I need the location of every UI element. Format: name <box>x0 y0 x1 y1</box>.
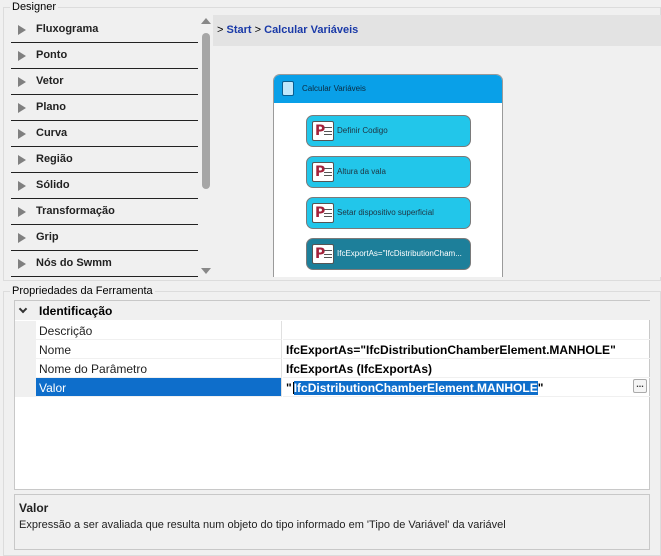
expand-arrow-icon <box>18 233 26 243</box>
sequence-icon <box>282 81 294 96</box>
property-value[interactable] <box>283 321 651 340</box>
designer-canvas[interactable]: > Start > Calcular Variáveis Calcular Va… <box>213 15 661 277</box>
property-value[interactable]: IfcExportAs="IfcDistributionChamberEleme… <box>283 340 651 359</box>
toolbox-item-ponto[interactable]: Ponto <box>11 43 198 69</box>
expand-arrow-icon <box>18 77 26 87</box>
ellipsis-button[interactable]: ... <box>633 379 647 393</box>
toolbox-item-label: Vetor <box>36 75 64 87</box>
toolbox-item-label: Transformação <box>36 205 115 217</box>
property-row-nome-do-parametro[interactable]: Nome do Parâmetro IfcExportAs (IfcExport… <box>15 359 651 378</box>
description-text: Expressão a ser avaliada que resulta num… <box>19 519 506 531</box>
row-gutter <box>15 340 36 359</box>
toolbox-item-plano[interactable]: Plano <box>11 95 198 121</box>
property-row-valor[interactable]: Valor " IfcDistributionChamberElement.MAN… <box>15 378 651 397</box>
step-altura-da-vala[interactable]: P Altura da vala <box>306 156 471 188</box>
row-gutter <box>15 359 36 378</box>
assign-variable-icon: P <box>312 121 334 141</box>
expand-arrow-icon <box>18 207 26 217</box>
property-name: Valor <box>36 378 282 397</box>
toolbox-item-label: Região <box>36 153 73 165</box>
property-name: Nome do Parâmetro <box>36 359 282 378</box>
expand-arrow-icon <box>18 103 26 113</box>
toolbox-item-fluxograma[interactable]: Fluxograma <box>11 17 198 43</box>
step-definir-codigo[interactable]: P Definir Codigo <box>306 115 471 147</box>
scroll-down-icon[interactable] <box>201 268 211 274</box>
breadcrumb-item-start[interactable]: Start <box>227 24 252 36</box>
toolbox-item-label: Ponto <box>36 49 68 61</box>
expand-arrow-icon <box>18 181 26 191</box>
expand-arrow-icon <box>18 155 26 165</box>
scroll-up-icon[interactable] <box>201 18 211 24</box>
step-label: Altura da vala <box>337 167 386 176</box>
toolbox-item-curva[interactable]: Curva <box>11 121 198 147</box>
toolbox-item-label: Grip <box>36 231 59 243</box>
expand-arrow-icon <box>18 129 26 139</box>
toolbox-scrollbar[interactable] <box>200 15 212 277</box>
toolbox-item-transformacao[interactable]: Transformação <box>11 199 198 225</box>
assign-variable-icon: P <box>312 203 334 223</box>
property-value-editor[interactable]: " IfcDistributionChamberElement.MANHOLE" … <box>283 378 651 397</box>
description-title: Valor <box>19 501 49 515</box>
category-identificacao[interactable]: Identificação <box>15 301 651 320</box>
toolbox-item-nos-do-swmm[interactable]: Nós do Swmm <box>11 251 198 277</box>
property-grid: Identificação Descrição Nome IfcExportAs… <box>14 300 651 490</box>
toolbox-item-label: Sólido <box>36 179 70 191</box>
toolbox-item-regiao[interactable]: Região <box>11 147 198 173</box>
breadcrumb-prefix: > <box>217 24 224 36</box>
property-row-nome[interactable]: Nome IfcExportAs="IfcDistributionChamber… <box>15 340 651 359</box>
toolbox-item-grip[interactable]: Grip <box>11 225 198 251</box>
assign-variable-icon: P <box>312 162 334 182</box>
value-selected-text[interactable]: IfcDistributionChamberElement.MANHOLE <box>293 381 538 395</box>
property-name: Nome <box>36 340 282 359</box>
activity-title: Calcular Variáveis <box>302 84 366 93</box>
row-gutter <box>15 378 36 397</box>
value-suffix: " <box>537 381 544 395</box>
row-gutter <box>15 321 36 340</box>
step-label: Definir Codigo <box>337 126 388 135</box>
step-label: IfcExportAs="IfcDistributionCham... <box>337 249 462 258</box>
step-setar-dispositivo[interactable]: P Setar dispositivo superficial <box>306 197 471 229</box>
property-row-descricao[interactable]: Descrição <box>15 321 651 340</box>
description-panel: Valor Expressão a ser avaliada que resul… <box>14 494 650 550</box>
toolbox-item-vetor[interactable]: Vetor <box>11 69 198 95</box>
category-label: Identificação <box>39 304 113 318</box>
expand-arrow-icon <box>18 51 26 61</box>
step-label: Setar dispositivo superficial <box>337 208 434 217</box>
property-value[interactable]: IfcExportAs (IfcExportAs) <box>283 359 651 378</box>
expand-arrow-icon <box>18 25 26 35</box>
value-prefix: " <box>286 381 292 395</box>
expand-arrow-icon <box>18 259 26 269</box>
toolbox-item-label: Fluxograma <box>36 23 99 35</box>
breadcrumb: > Start > Calcular Variáveis <box>213 15 661 46</box>
breadcrumb-separator: > <box>254 24 262 36</box>
toolbox-item-solido[interactable]: Sólido <box>11 173 198 199</box>
scrollbar-thumb[interactable] <box>202 33 210 189</box>
sequence-activity[interactable]: Calcular Variáveis P Definir Codigo P Al… <box>273 74 503 277</box>
assign-variable-icon: P <box>312 244 334 264</box>
breadcrumb-item-calcular-variaveis[interactable]: Calcular Variáveis <box>264 24 358 36</box>
toolbox: Fluxograma Ponto Vetor Plano Curva Regiã… <box>11 15 212 277</box>
properties-title: Propriedades da Ferramenta <box>10 284 155 298</box>
toolbox-item-label: Plano <box>36 101 66 113</box>
toolbox-item-label: Nós do Swmm <box>36 257 112 269</box>
activity-header[interactable]: Calcular Variáveis <box>274 75 502 103</box>
toolbox-item-label: Curva <box>36 127 68 139</box>
step-ifcexportas[interactable]: P IfcExportAs="IfcDistributionCham... <box>306 238 471 270</box>
property-name: Descrição <box>36 321 282 340</box>
designer-title: Designer <box>10 0 59 14</box>
chevron-down-icon[interactable] <box>18 304 28 314</box>
